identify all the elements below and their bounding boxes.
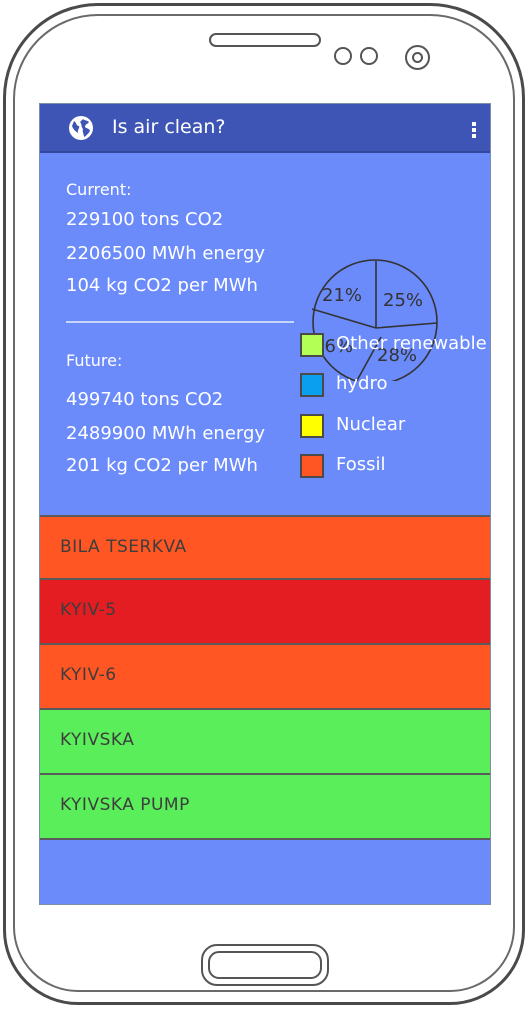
future-co2: 499740 tons CO2 [66,389,224,410]
list-item[interactable]: KYIV-5 [40,580,490,645]
pie-label-1: 21% [322,285,362,306]
station-list: BILA TSERKVA KYIV-5 KYIV-6 KYIVSKA KYIVS… [40,515,490,840]
app-title: Is air clean? [112,116,226,138]
energy-mix-pie-chart: 21% 25% 26% 28% [311,259,438,381]
future-heading: Future: [66,351,123,370]
legend-swatch [300,333,324,357]
list-item[interactable]: KYIV-6 [40,645,490,710]
proximity-sensor [334,47,352,65]
list-item[interactable]: KYIVSKA [40,710,490,775]
section-divider [66,321,294,323]
globe-icon[interactable] [68,115,94,141]
legend-label: Nuclear [336,414,406,435]
overflow-menu-icon[interactable] [472,122,476,140]
legend-swatch [300,414,324,438]
pie-outline [312,259,438,381]
current-heading: Current: [66,180,132,199]
pie-label-2: 25% [383,290,423,311]
current-co2: 229100 tons CO2 [66,209,224,230]
speaker-grille [209,33,321,47]
legend-swatch [300,373,324,397]
future-intensity: 201 kg CO2 per MWh [66,455,258,476]
station-name: KYIV-5 [60,600,117,620]
list-item[interactable]: BILA TSERKVA [40,515,490,580]
app-screen: Is air clean? Current: 229100 tons CO2 2… [39,103,491,905]
app-bar: Is air clean? [40,104,490,153]
home-button[interactable] [201,944,329,986]
station-name: BILA TSERKVA [60,537,187,557]
pie-divider-left [311,308,377,329]
current-intensity: 104 kg CO2 per MWh [66,275,258,296]
legend-swatch [300,454,324,478]
legend-label: Fossil [336,454,386,475]
light-sensor [360,47,378,65]
list-item[interactable]: KYIVSKA PUMP [40,775,490,840]
energy-summary: Current: 229100 tons CO2 2206500 MWh ene… [40,153,490,516]
station-name: KYIVSKA [60,730,135,750]
pie-divider-right [375,322,438,329]
station-name: KYIV-6 [60,665,117,685]
legend-label: hydro [336,373,388,394]
front-camera [405,45,430,70]
current-energy: 2206500 MWh energy [66,243,266,264]
legend-label: Other renewable [336,333,487,354]
station-name: KYIVSKA PUMP [60,795,190,815]
future-energy: 2489900 MWh energy [66,423,266,444]
